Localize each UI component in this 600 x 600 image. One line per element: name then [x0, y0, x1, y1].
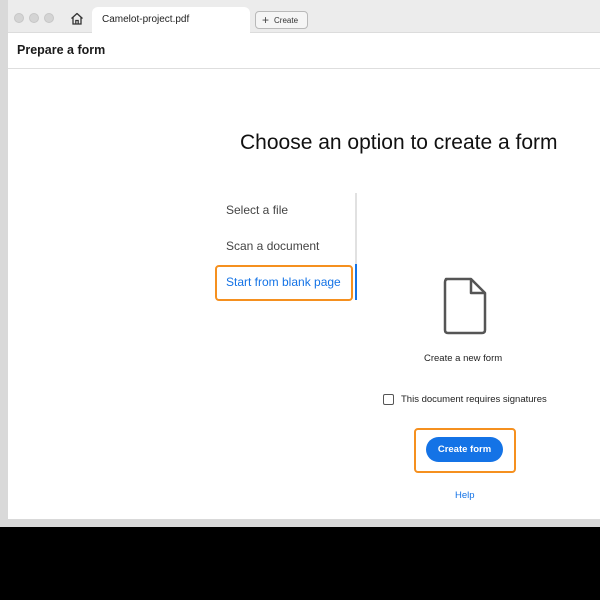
tool-header: Prepare a form — [8, 33, 600, 69]
app-window: Camelot-project.pdf + Create Prepare a f… — [8, 0, 600, 519]
maximize-window-button[interactable] — [44, 13, 54, 23]
main-heading: Choose an option to create a form — [240, 131, 558, 154]
title-bar: Camelot-project.pdf + Create — [8, 0, 600, 33]
document-icon — [443, 277, 487, 335]
highlight-box-blank-page — [215, 265, 353, 301]
tab-camelot-project[interactable]: Camelot-project.pdf — [92, 7, 250, 33]
home-button[interactable] — [68, 9, 86, 27]
screen-frame: Camelot-project.pdf + Create Prepare a f… — [0, 0, 600, 527]
selected-option-indicator — [355, 264, 357, 300]
tab-title: Camelot-project.pdf — [102, 14, 190, 25]
create-tab-label: Create — [274, 15, 299, 25]
signatures-checkbox[interactable] — [383, 394, 394, 405]
close-window-button[interactable] — [14, 13, 24, 23]
signatures-checkbox-label[interactable]: This document requires signatures — [401, 394, 547, 405]
create-form-button[interactable]: Create form — [426, 437, 503, 462]
new-tab-create-button[interactable]: + Create — [255, 11, 308, 29]
plus-icon: + — [262, 13, 270, 27]
option-scan-document[interactable]: Scan a document — [226, 239, 319, 253]
home-icon — [71, 12, 83, 25]
option-select-file[interactable]: Select a file — [226, 203, 288, 217]
help-link[interactable]: Help — [455, 490, 475, 501]
page-title: Prepare a form — [17, 43, 106, 57]
minimize-window-button[interactable] — [29, 13, 39, 23]
create-new-form-label: Create a new form — [424, 353, 503, 364]
